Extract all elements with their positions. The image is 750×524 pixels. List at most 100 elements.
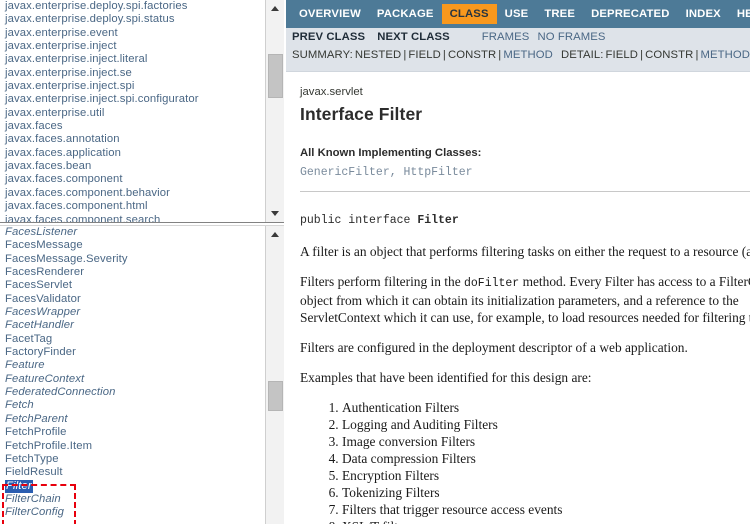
class-list-item[interactable]: FacesWrapper [5, 306, 265, 319]
class-list-item[interactable]: FetchProfile [5, 426, 265, 439]
main-content-frame: OVERVIEW PACKAGE CLASS USE TREE DEPRECATED IND… [286, 0, 750, 524]
package-list-item[interactable]: javax.enterprise.inject.spi [5, 80, 265, 93]
subnav-row-summary-detail: SUMMARY: NESTED | FIELD | CONSTR | METHO… [292, 49, 750, 67]
package-list-item[interactable]: javax.faces.component.behavior [5, 187, 265, 200]
top-navigation-bar: OVERVIEW PACKAGE CLASS USE TREE DEPRECATED IND… [286, 0, 750, 28]
detail-label: DETAIL: [560, 49, 604, 61]
description-paragraph-2: Filters perform filtering in the doFilte… [300, 273, 750, 326]
nav-item-package[interactable]: PACKAGE [369, 4, 442, 24]
subnav-row-prev-next: PREV CLASS NEXT CLASS FRAMES NO FRAMES [292, 31, 750, 49]
next-class-link[interactable]: NEXT CLASS [377, 31, 450, 43]
package-scroll-down-button[interactable] [266, 205, 284, 222]
package-list-frame[interactable]: javax.enterprise.deploy.spi.factories jav… [0, 0, 284, 222]
package-list-item[interactable]: javax.enterprise.inject.se [5, 67, 265, 80]
package-list-item[interactable]: javax.faces.component.search [5, 214, 265, 223]
package-list-item[interactable]: javax.faces.application [5, 147, 265, 160]
class-list[interactable]: FacesListener FacesMessage FacesMessage.Se… [0, 226, 265, 524]
class-list-item[interactable]: FacesServlet [5, 279, 265, 292]
frames-link[interactable]: FRAMES [482, 31, 530, 43]
sub-navigation-bar: PREV CLASS NEXT CLASS FRAMES NO FRAMES S… [286, 28, 750, 72]
nav-item-deprecated[interactable]: DEPRECATED [583, 4, 678, 24]
signature-name: Filter [417, 214, 459, 227]
class-list-frame[interactable]: FacesListener FacesMessage FacesMessage.Se… [0, 226, 284, 524]
class-scroll-up-button[interactable] [266, 226, 284, 243]
class-list-item[interactable]: FacesValidator [5, 293, 265, 306]
nav-item-class[interactable]: CLASS [441, 4, 497, 24]
class-list-item[interactable]: FactoryFinder [5, 346, 265, 359]
description-paragraph-4: Examples that have been identified for t… [300, 370, 592, 385]
example-item: Data compression Filters [342, 450, 750, 467]
package-list[interactable]: javax.enterprise.deploy.spi.factories jav… [0, 0, 265, 222]
package-list-item[interactable]: javax.enterprise.deploy.spi.status [5, 13, 265, 26]
class-list-item[interactable]: FacesMessage.Severity [5, 253, 265, 266]
scroll-up-arrow-icon [271, 232, 279, 237]
class-list-item[interactable]: FeatureContext [5, 373, 265, 386]
example-item: Tokenizing Filters [342, 484, 750, 501]
summary-method-link[interactable]: METHOD [503, 49, 553, 61]
class-list-item[interactable]: FetchType [5, 453, 265, 466]
prev-class-link[interactable]: PREV CLASS [292, 31, 365, 43]
known-implementing-classes-list[interactable]: GenericFilter, HttpFilter [300, 166, 750, 179]
page-title: Interface Filter [300, 104, 423, 124]
class-documentation: javax.servlet Interface Filter All Known… [286, 72, 750, 524]
signature-modifiers: public interface [300, 214, 418, 227]
detail-constr-link[interactable]: CONSTR [645, 49, 693, 61]
sep-4: | [640, 49, 644, 61]
class-list-item[interactable]: FacesMessage [5, 239, 265, 252]
package-list-item[interactable]: javax.enterprise.util [5, 107, 265, 120]
example-item: Filters that trigger resource access eve… [342, 501, 750, 518]
class-list-item[interactable]: FilterConfig [5, 506, 265, 519]
example-item: Authentication Filters [342, 399, 750, 416]
package-list-item[interactable]: javax.faces.component [5, 173, 265, 186]
summary-field-link[interactable]: FIELD [408, 49, 441, 61]
known-implementing-classes-label: All Known Implementing Classes: [300, 147, 482, 159]
package-list-item[interactable]: javax.enterprise.inject [5, 40, 265, 53]
class-scroll-thumb[interactable] [268, 381, 283, 411]
package-scroll-up-button[interactable] [266, 0, 284, 17]
scroll-down-arrow-icon [271, 211, 279, 216]
summary-nested-link[interactable]: NESTED [355, 49, 401, 61]
class-list-item[interactable]: FieldResult [5, 466, 265, 479]
example-item: XSL/T filters [342, 518, 750, 524]
class-list-item[interactable]: Fetch [5, 399, 265, 412]
package-list-item[interactable]: javax.faces [5, 120, 265, 133]
dofilter-code: doFilter [464, 277, 520, 290]
nav-item-use[interactable]: USE [497, 4, 537, 24]
package-list-item[interactable]: javax.faces.annotation [5, 133, 265, 146]
class-list-item[interactable]: Filter [5, 479, 265, 493]
package-list-item[interactable]: javax.enterprise.deploy.spi.factories [5, 0, 265, 13]
summary-constr-link[interactable]: CONSTR [448, 49, 496, 61]
class-list-item[interactable]: FetchProfile.Item [5, 440, 265, 453]
class-list-item[interactable]: Feature [5, 359, 265, 372]
detail-method-link[interactable]: METHOD [701, 49, 750, 61]
package-list-item[interactable]: javax.faces.bean [5, 160, 265, 173]
para2-text-a: Filters perform filtering in the [300, 274, 464, 289]
detail-field-link[interactable]: FIELD [606, 49, 639, 61]
package-list-item[interactable]: javax.faces.component.html [5, 200, 265, 213]
javadoc-browser-window: javax.enterprise.deploy.spi.factories jav… [0, 0, 750, 524]
nav-item-tree[interactable]: TREE [536, 4, 583, 24]
no-frames-link[interactable]: NO FRAMES [537, 31, 605, 43]
class-list-item[interactable]: FetchParent [5, 413, 265, 426]
package-list-item[interactable]: javax.enterprise.inject.literal [5, 53, 265, 66]
class-list-item-selected[interactable]: Filter [5, 479, 33, 493]
nav-item-help[interactable]: HELP [729, 4, 750, 24]
package-list-item[interactable]: javax.enterprise.inject.spi.configurator [5, 93, 265, 106]
example-item: Encryption Filters [342, 467, 750, 484]
package-scroll-thumb[interactable] [268, 54, 283, 98]
package-list-item[interactable]: javax.enterprise.event [5, 27, 265, 40]
class-list-item[interactable]: FacetTag [5, 333, 265, 346]
package-list-scrollbar[interactable] [265, 0, 284, 222]
nav-item-overview[interactable]: OVERVIEW [291, 4, 369, 24]
class-list-item[interactable]: FilterChain [5, 493, 265, 506]
nav-item-index[interactable]: INDEX [678, 4, 729, 24]
sep-3: | [498, 49, 502, 61]
class-list-item[interactable]: FacetHandler [5, 319, 265, 332]
class-list-item[interactable]: FacesRenderer [5, 266, 265, 279]
class-list-scrollbar[interactable] [265, 226, 284, 524]
class-list-item[interactable]: FederatedConnection [5, 386, 265, 399]
section-divider [300, 191, 750, 192]
class-signature: public interface Filter [300, 214, 750, 227]
class-list-item[interactable]: FacesListener [5, 226, 265, 239]
example-item: Image conversion Filters [342, 433, 750, 450]
